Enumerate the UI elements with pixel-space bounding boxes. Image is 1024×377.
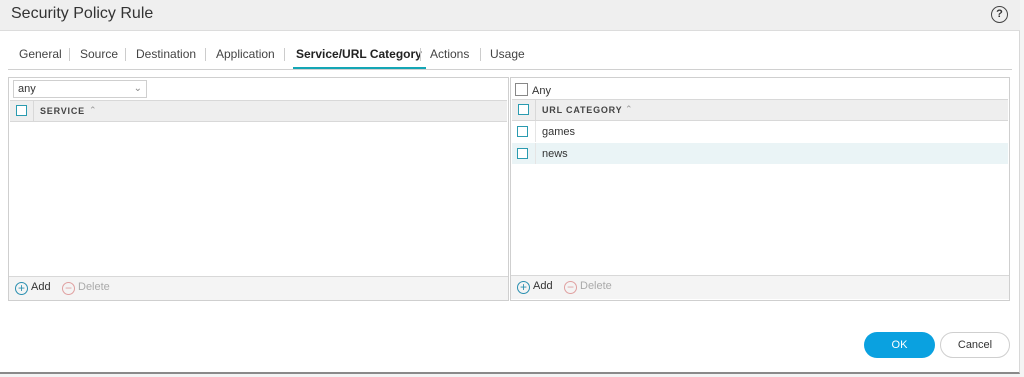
url-grid-header: URL CATEGORY ⌃ [512,99,1008,121]
url-row-checkbox[interactable] [517,148,528,159]
service-select-all-checkbox[interactable] [16,105,27,116]
tab-general[interactable]: General [19,42,62,68]
tab-separator [69,48,70,61]
url-delete-label: Delete [580,280,612,292]
service-footer: + Add − Delete [9,276,508,300]
url-row-check-cell [512,143,536,164]
service-select-all-cell [10,101,34,121]
dialog-titlebar: Security Policy Rule ? [0,0,1020,31]
tab-service-url-category[interactable]: Service/URL Category [296,42,422,68]
tab-application[interactable]: Application [216,42,275,68]
service-select[interactable]: any ⌄ [13,80,147,98]
tab-separator [284,48,285,61]
service-delete-label: Delete [78,281,110,293]
url-select-all-cell [512,100,536,120]
url-row-checkbox[interactable] [517,126,528,137]
url-footer: + Add − Delete [511,275,1009,299]
tab-separator [205,48,206,61]
sort-ascending-icon[interactable]: ⌃ [625,104,633,115]
sort-ascending-icon[interactable]: ⌃ [89,105,97,116]
plus-circle-icon: + [517,281,530,294]
minus-circle-icon: − [62,282,75,295]
tab-usage[interactable]: Usage [490,42,525,68]
dialog-title: Security Policy Rule [11,5,154,22]
url-any-checkbox[interactable] [515,83,528,96]
cancel-button[interactable]: Cancel [940,332,1010,358]
active-tab-indicator [293,67,426,69]
url-category-row[interactable]: games [512,121,1008,142]
url-delete-button[interactable]: − Delete [564,280,612,296]
tab-separator [125,48,126,61]
url-select-all-checkbox[interactable] [518,104,529,115]
tab-source[interactable]: Source [80,42,118,68]
minus-circle-icon: − [564,281,577,294]
url-category-name: news [542,148,568,160]
tab-destination[interactable]: Destination [136,42,196,68]
tab-separator [480,48,481,61]
url-column-header[interactable]: URL CATEGORY [542,105,622,115]
url-any-label: Any [532,85,551,97]
service-select-value: any [18,83,36,95]
tab-separator [420,48,421,61]
service-panel: any ⌄ SERVICE ⌃ + Add − Delete [8,77,509,301]
question-circle-icon[interactable]: ? [991,6,1008,23]
service-add-label: Add [31,281,51,293]
service-add-button[interactable]: + Add [15,281,51,297]
tab-actions[interactable]: Actions [430,42,469,68]
service-delete-button[interactable]: − Delete [62,281,110,297]
url-row-check-cell [512,121,536,142]
url-category-panel: Any URL CATEGORY ⌃ games news + Add − Dele… [510,77,1010,301]
plus-circle-icon: + [15,282,28,295]
ok-button[interactable]: OK [864,332,935,358]
tab-bar: General Source Destination Application S… [8,42,1012,70]
service-column-header[interactable]: SERVICE [40,106,85,116]
url-add-button[interactable]: + Add [517,280,553,296]
chevron-down-icon: ⌄ [133,83,142,94]
url-add-label: Add [533,280,553,292]
url-category-name: games [542,126,576,138]
url-category-row[interactable]: news [512,143,1008,164]
service-grid-header: SERVICE ⌃ [10,100,507,122]
security-policy-rule-dialog: Security Policy Rule ? General Source De… [0,0,1020,374]
